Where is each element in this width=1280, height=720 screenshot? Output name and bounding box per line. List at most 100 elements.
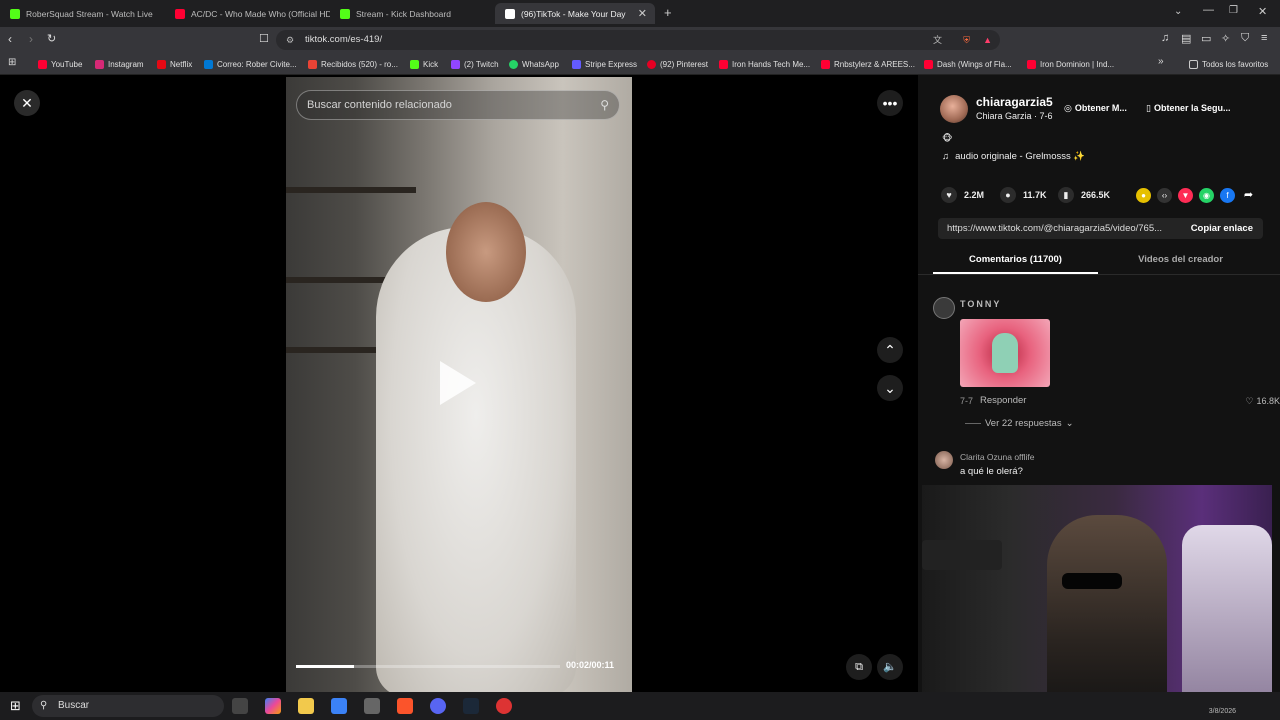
url-input[interactable]: ⚙ tiktok.com/es-419/ 文 ⛨ ▲ — [276, 30, 1000, 50]
embed-icon[interactable]: ‹› — [1157, 188, 1172, 203]
task-view-icon[interactable] — [232, 698, 248, 714]
store-icon[interactable] — [331, 698, 347, 714]
address-bar-row: ‹ › ↻ ☐ ⚙ tiktok.com/es-419/ 文 ⛨ ▲ ♫ ▤ ▭… — [0, 27, 1280, 53]
reply-button[interactable]: Responder — [980, 395, 1026, 406]
bookmark-outlook[interactable]: Correo: Rober Civite... — [204, 57, 297, 71]
send-icon[interactable]: ▼ — [1178, 188, 1193, 203]
url-text: tiktok.com/es-419/ — [305, 34, 383, 45]
new-tab-icon[interactable]: + — [664, 5, 672, 20]
webcam-streamer-glasses — [1062, 573, 1122, 589]
save-stat[interactable]: ▮ 266.5K — [1058, 187, 1110, 203]
bookmark-youtube[interactable]: YouTube — [38, 57, 82, 71]
comment-gif[interactable] — [960, 319, 1050, 387]
tab-creator-videos[interactable]: Videos del creador — [1098, 254, 1263, 265]
search-icon[interactable]: ⚲ — [600, 91, 609, 119]
media-icon[interactable]: ♫ — [1161, 32, 1169, 44]
tab-comments[interactable]: Comentarios (11700) — [933, 254, 1098, 265]
sidebar-icon[interactable]: ▤ — [1181, 32, 1191, 45]
translate-icon[interactable]: 文 — [933, 30, 942, 50]
audio-track[interactable]: ♫ audio originale - Grelmosss ✨ — [942, 151, 1085, 162]
bookmark-iron-hands[interactable]: Iron Hands Tech Me... — [719, 57, 810, 71]
comment-username[interactable]: TONNY — [960, 299, 1001, 309]
get-button-2[interactable]: ▯ Obtener la Segu... — [1146, 99, 1230, 117]
bookmark-label: YouTube — [51, 59, 83, 69]
reload-icon[interactable]: ↻ — [47, 32, 56, 45]
tab-acdc[interactable]: AC/DC - Who Made Who (Official HD — [165, 3, 330, 24]
site-info-icon[interactable]: ⚙ — [286, 30, 294, 50]
mini-player-icon[interactable]: ⧉ — [846, 654, 872, 680]
bookmark-twitch[interactable]: (2) Twitch — [451, 57, 499, 71]
wallet-icon[interactable]: ▭ — [1201, 32, 1211, 45]
more-bookmarks-icon[interactable]: » — [1158, 56, 1164, 67]
discord-icon[interactable] — [430, 698, 446, 714]
comment-like[interactable]: ♡ 16.8K — [1245, 396, 1280, 407]
bookmark-gmail[interactable]: Recibidos (520) - ro... — [308, 57, 398, 71]
video-progress-bar[interactable] — [296, 665, 560, 668]
save-count: 266.5K — [1081, 190, 1111, 200]
close-icon[interactable]: ✕ — [14, 90, 40, 116]
play-icon[interactable] — [440, 361, 476, 405]
kick-icon — [340, 8, 350, 19]
webcam-overlay — [922, 485, 1272, 717]
bookmark-instagram[interactable]: Instagram — [95, 57, 144, 71]
creator-avatar[interactable] — [940, 95, 968, 123]
comment-avatar[interactable] — [933, 297, 955, 319]
minimize-icon[interactable]: — — [1203, 4, 1214, 16]
bookmark-dash[interactable]: Dash (Wings of Fla... — [924, 57, 1012, 71]
bookmark-pinterest[interactable]: (92) Pinterest — [647, 57, 708, 71]
bookmark-kick[interactable]: Kick — [410, 57, 438, 71]
apps-grid-icon[interactable]: ⊞ — [8, 57, 16, 68]
get-icon: ◎ — [1064, 102, 1072, 113]
get-button-1[interactable]: ◎ Obtener M... — [1064, 99, 1127, 117]
coin-icon[interactable]: ● — [1136, 188, 1151, 203]
video-frame-subject-head — [446, 202, 526, 302]
copilot-icon[interactable] — [265, 698, 281, 714]
file-explorer-icon[interactable] — [298, 698, 314, 714]
bookmark-icon[interactable]: ☐ — [259, 32, 269, 45]
tab-list-icon[interactable]: ⌄ — [1174, 6, 1182, 17]
creator-username[interactable]: chiaragarzia5 — [976, 95, 1053, 109]
restore-icon[interactable]: ❐ — [1229, 5, 1238, 16]
app-icon[interactable] — [364, 698, 380, 714]
previous-video-icon[interactable]: ⌃ — [877, 337, 903, 363]
share-icon[interactable]: ➦ — [1241, 188, 1256, 203]
share-link-field[interactable]: https://www.tiktok.com/@chiaragarzia5/vi… — [938, 218, 1263, 239]
bookmark-whatsapp[interactable]: WhatsApp — [509, 57, 559, 71]
bookmark-rnbstylerz[interactable]: Rnbstylerz & AREES... — [821, 57, 915, 71]
more-options-icon[interactable]: ••• — [877, 90, 903, 116]
whatsapp-icon[interactable]: ◉ — [1199, 188, 1214, 203]
windows-start-icon[interactable]: ⊞ — [10, 698, 21, 714]
brave-icon[interactable] — [397, 698, 413, 714]
back-icon[interactable]: ‹ — [8, 32, 12, 46]
steam-icon[interactable] — [463, 698, 479, 714]
tab-robersquad[interactable]: RoberSquad Stream - Watch Live — [0, 3, 165, 24]
taskbar-search[interactable]: ⚲ Buscar — [32, 695, 224, 717]
all-bookmarks-folder[interactable]: Todos los favoritos — [1189, 57, 1268, 71]
close-window-icon[interactable]: ✕ — [1258, 5, 1267, 18]
comment-username[interactable]: Clarita Ozuna offlife — [960, 452, 1035, 462]
forward-icon[interactable]: › — [29, 32, 33, 46]
related-search-input[interactable]: Buscar contenido relacionado ⚲ — [296, 90, 620, 120]
view-replies-button[interactable]: Ver 22 respuestas ⌄ — [965, 418, 1074, 429]
comment-avatar[interactable] — [935, 451, 953, 469]
volume-icon[interactable]: 🔈 — [877, 654, 903, 680]
bookmark-iron-dominion[interactable]: Iron Dominion | Ind... — [1027, 57, 1114, 71]
facebook-icon[interactable]: f — [1220, 188, 1235, 203]
kick-icon — [10, 8, 20, 19]
comment-stat[interactable]: ● 11.7K — [1000, 187, 1047, 203]
copy-link-button[interactable]: Copiar enlace — [1191, 218, 1253, 239]
next-video-icon[interactable]: ⌄ — [877, 375, 903, 401]
vpn-icon[interactable]: ⛉ — [1241, 32, 1249, 45]
like-stat[interactable]: ♥ 2.2M — [941, 187, 984, 203]
search-icon: ⚲ — [40, 700, 48, 711]
brave-rewards-icon[interactable]: ▲ — [983, 30, 992, 50]
menu-icon[interactable]: ≡ — [1261, 32, 1267, 44]
obs-icon[interactable] — [496, 698, 512, 714]
close-tab-icon[interactable]: ✕ — [638, 7, 647, 20]
tab-kick-dashboard[interactable]: Stream - Kick Dashboard — [330, 3, 495, 24]
tab-tiktok[interactable]: (96)TikTok - Make Your Day ✕ — [495, 3, 655, 24]
bookmark-stripe[interactable]: Stripe Express — [572, 57, 637, 71]
brave-shield-icon[interactable]: ⛨ — [963, 30, 970, 50]
leo-ai-icon[interactable]: ✧ — [1221, 32, 1230, 45]
bookmark-netflix[interactable]: Netflix — [157, 57, 192, 71]
